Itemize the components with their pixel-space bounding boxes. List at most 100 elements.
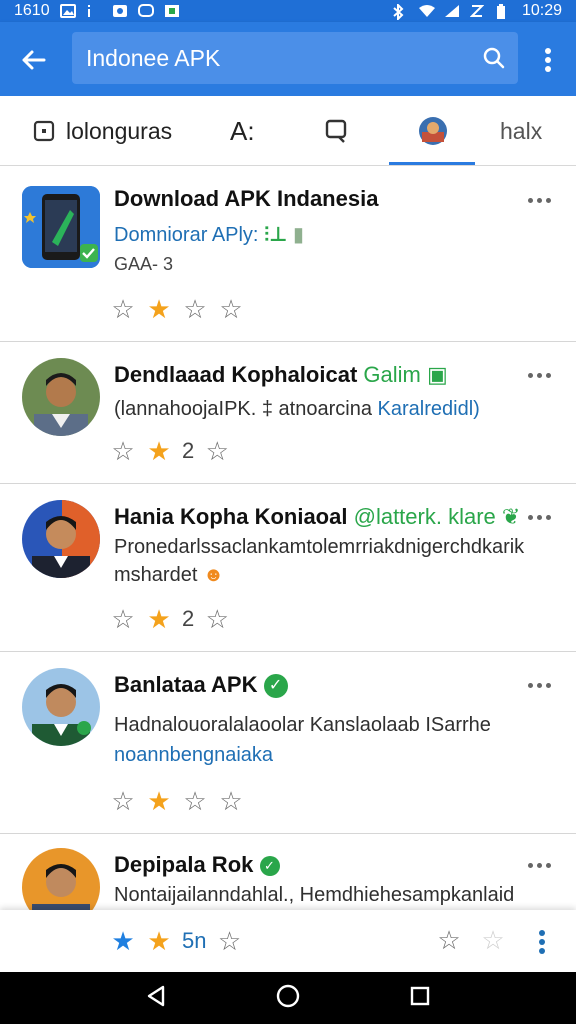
item-subtitle-link[interactable]: Karalredidl) — [378, 398, 480, 420]
signal-icon — [444, 4, 460, 18]
more-options-button[interactable] — [528, 193, 558, 207]
search-button[interactable] — [470, 34, 518, 82]
star-empty-icon[interactable]: ☆ — [110, 296, 136, 322]
dot — [537, 862, 542, 868]
star-filled-icon[interactable]: ★ — [146, 606, 172, 632]
back-nav-button[interactable] — [144, 984, 168, 1013]
star-empty-icon[interactable]: ☆ — [110, 788, 136, 814]
favorite-star-disabled-icon[interactable]: ☆ — [480, 927, 506, 953]
tab-indicator — [389, 162, 475, 165]
item-subtitle: Hadnalouoralalaoolar Kanslaolaab ISarrhe — [114, 714, 491, 736]
dot — [546, 197, 551, 203]
close-icon — [22, 50, 46, 70]
rating-stars[interactable]: ☆ ★ 2 ☆ — [110, 438, 230, 464]
star-empty-icon[interactable]: ☆ — [218, 788, 244, 814]
more-horiz-icon — [528, 372, 533, 378]
rating-stars[interactable]: ★ ★ 5n ☆ — [110, 928, 242, 954]
dot — [546, 862, 551, 868]
item-title: Depipala Rok — [114, 852, 254, 877]
star-filled-icon[interactable]: ★ — [110, 928, 136, 954]
more-horiz-icon — [528, 682, 533, 688]
star-empty-icon[interactable]: ☆ — [216, 928, 242, 954]
image-icon — [59, 4, 76, 18]
star-empty-icon[interactable]: ☆ — [218, 296, 244, 322]
search-icon — [483, 47, 505, 69]
emoji-icon: ☻ — [202, 564, 224, 586]
overflow-menu-button[interactable] — [528, 40, 568, 80]
avatar — [22, 668, 100, 746]
star-empty-icon[interactable]: ☆ — [110, 438, 136, 464]
tab-halx[interactable]: halx — [500, 96, 542, 166]
android-icon: ⫶⊥ — [264, 224, 288, 246]
item-title-row: Dendlaaad Kophaloicat Galim ▣ — [114, 362, 448, 388]
more-vert-icon — [545, 48, 551, 72]
star-filled-icon[interactable]: ★ — [146, 438, 172, 464]
more-options-button[interactable] — [528, 368, 558, 382]
list-item[interactable]: Dendlaaad Kophaloicat Galim ▣ (lannahooj… — [0, 342, 576, 484]
back-triangle-icon — [147, 985, 164, 1006]
more-options-button[interactable] — [528, 678, 558, 692]
item-meta: GAA- 3 — [114, 254, 174, 274]
star-filled-icon[interactable]: ★ — [146, 928, 172, 954]
bottom-overflow-button[interactable] — [536, 928, 548, 956]
list-item[interactable]: Depipala Rok ✓ Nontaijailanndahlal., Hem… — [0, 834, 576, 926]
item-subtitle-row: Domniorar APly: ⫶⊥ ▮ — [114, 222, 304, 247]
avatar — [22, 500, 100, 578]
dot — [537, 514, 542, 520]
item-subtitle: Nontaijailanndahlal., Hemdhiehesampkanla… — [114, 884, 515, 906]
search-input[interactable]: Indonee APK — [72, 45, 470, 72]
item-subtitle-row: mshardet ☻ — [114, 564, 224, 587]
list-item[interactable]: Download APK Indanesia Domniorar APly: ⫶… — [0, 168, 576, 342]
tab-label: A: — [230, 115, 255, 146]
more-options-button[interactable] — [528, 510, 558, 524]
tab-lolonguras[interactable]: lolonguras — [32, 96, 172, 166]
dot — [537, 372, 542, 378]
list-item[interactable]: Hania Kopha Koniaoal @latterk. klare ❦ P… — [0, 484, 576, 652]
avatar — [22, 358, 100, 436]
item-subtitle-link[interactable]: noannbengnaiaka — [114, 744, 273, 767]
item-subtitle-row: (lannahoojaIPK. ‡ atnoarcina Karalredidl… — [114, 398, 480, 421]
item-subtitle: Domniorar APly: — [114, 224, 259, 246]
dot — [546, 372, 551, 378]
verified-icon: ▣ — [426, 362, 448, 387]
recents-nav-button[interactable] — [408, 984, 432, 1013]
star-empty-icon[interactable]: ☆ — [204, 606, 230, 632]
star-filled-icon[interactable]: ★ — [146, 296, 172, 322]
tab-text[interactable]: A: — [230, 96, 255, 166]
tab-bar: lolonguras A: halx — [0, 96, 576, 166]
status-time-left: 1610 — [14, 2, 50, 19]
item-title: Banlataa APK — [114, 672, 258, 697]
favorite-star-icon[interactable]: ☆ — [436, 927, 462, 953]
leaf-icon: ❦ — [501, 504, 521, 529]
star-empty-icon[interactable]: ☆ — [182, 788, 208, 814]
info-icon — [86, 4, 102, 18]
badge-icon: ▮ — [292, 224, 304, 246]
item-title: Hania Kopha Koniaoal — [114, 504, 348, 529]
item-title-row: Banlataa APK ✓ — [114, 672, 288, 699]
wifi-icon — [418, 4, 435, 18]
dot — [546, 514, 551, 520]
more-horiz-icon — [528, 514, 533, 520]
star-empty-icon[interactable]: ☆ — [182, 296, 208, 322]
rating-stars[interactable]: ☆ ★ ☆ ☆ — [110, 296, 244, 322]
verified-icon: ✓ — [263, 674, 288, 699]
star-empty-icon[interactable]: ☆ — [204, 438, 230, 464]
rating-count: 5n — [182, 928, 207, 953]
star-filled-icon[interactable]: ★ — [146, 788, 172, 814]
rating-stars[interactable]: ☆ ★ 2 ☆ — [110, 606, 230, 632]
list-item[interactable]: Banlataa APK ✓ Hadnalouoralalaoolar Kans… — [0, 652, 576, 834]
home-circle-icon — [276, 984, 300, 1007]
home-nav-button[interactable] — [275, 983, 301, 1014]
tab-avatar[interactable] — [418, 96, 448, 166]
recents-square-icon — [411, 986, 430, 1005]
rating-stars[interactable]: ☆ ★ ☆ ☆ — [110, 788, 244, 814]
status-time-right: 10:29 — [521, 2, 562, 19]
close-button[interactable] — [14, 40, 54, 80]
star-empty-icon[interactable]: ☆ — [110, 606, 136, 632]
avatar-icon — [419, 117, 447, 145]
more-options-button[interactable] — [528, 858, 558, 872]
dot — [537, 197, 542, 203]
item-subtitle-2: mshardet — [114, 564, 198, 586]
tab-chat[interactable] — [324, 96, 350, 166]
search-field[interactable]: Indonee APK — [72, 32, 518, 84]
